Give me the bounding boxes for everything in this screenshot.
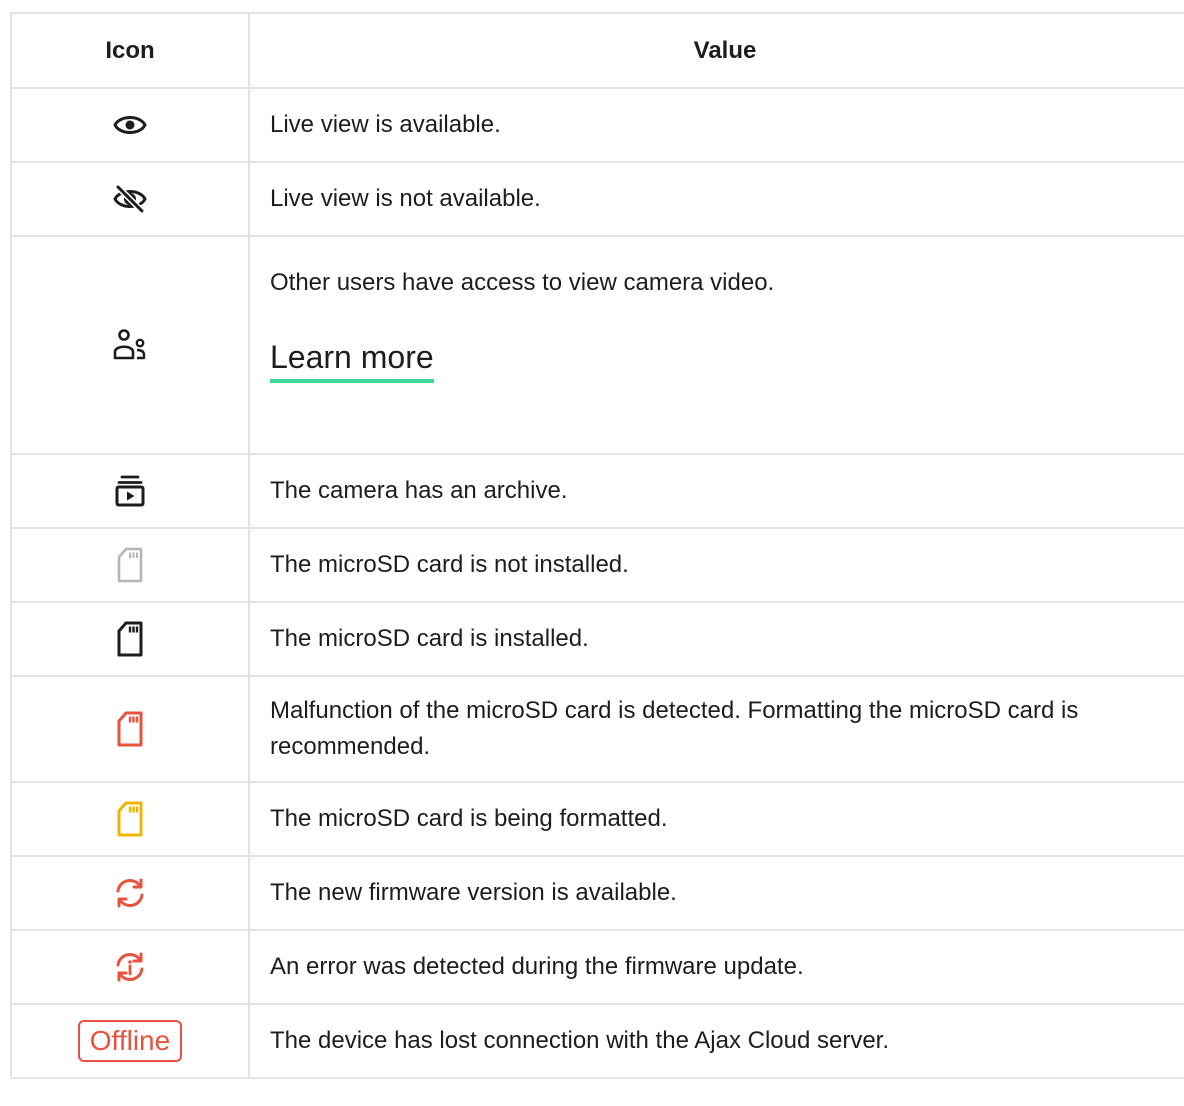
icon-cell	[10, 235, 250, 455]
icon-cell	[10, 453, 250, 529]
value-cell: The microSD card is not installed.	[248, 527, 1184, 603]
firmware-update-icon	[106, 869, 154, 917]
value-cell: Other users have access to view camera v…	[248, 235, 1184, 455]
table-row: The microSD card is being formatted.	[10, 781, 1184, 857]
icon-cell	[10, 929, 250, 1005]
table-row: Offline The device has lost connection w…	[10, 1003, 1184, 1079]
shared-users-icon	[106, 321, 154, 369]
table-header-row: Icon Value	[10, 12, 1184, 89]
table-row: Live view is available.	[10, 87, 1184, 163]
icon-cell	[10, 855, 250, 931]
value-cell: The microSD card is installed.	[248, 601, 1184, 677]
value-cell: Live view is not available.	[248, 161, 1184, 237]
value-cell: Malfunction of the microSD card is detec…	[248, 675, 1184, 783]
value-cell: The camera has an archive.	[248, 453, 1184, 529]
icon-cell	[10, 161, 250, 237]
column-header-icon: Icon	[10, 12, 250, 89]
microsd-not-installed-icon	[106, 541, 154, 589]
microsd-formatting-icon	[106, 795, 154, 843]
learn-more-link[interactable]: Learn more	[270, 337, 434, 383]
eye-off-icon	[106, 175, 154, 223]
microsd-installed-icon	[106, 615, 154, 663]
table-row: The camera has an archive.	[10, 453, 1184, 529]
eye-icon	[106, 101, 154, 149]
offline-badge: Offline	[77, 1020, 183, 1062]
archive-icon	[106, 467, 154, 515]
icon-cell	[10, 601, 250, 677]
table-row: Live view is not available.	[10, 161, 1184, 237]
value-cell: Live view is available.	[248, 87, 1184, 163]
icon-legend-table: Icon Value Live view is available. Live …	[10, 12, 1184, 1079]
value-cell: The new firmware version is available.	[248, 855, 1184, 931]
icon-cell	[10, 527, 250, 603]
microsd-malfunction-icon	[106, 705, 154, 753]
icon-cell	[10, 87, 250, 163]
icon-cell	[10, 675, 250, 783]
icon-cell	[10, 781, 250, 857]
icon-cell: Offline	[10, 1003, 250, 1079]
value-cell: The device has lost connection with the …	[248, 1003, 1184, 1079]
column-header-value: Value	[248, 12, 1184, 89]
value-cell: An error was detected during the firmwar…	[248, 929, 1184, 1005]
table-row: The microSD card is installed.	[10, 601, 1184, 677]
table-row: An error was detected during the firmwar…	[10, 929, 1184, 1005]
value-cell: The microSD card is being formatted.	[248, 781, 1184, 857]
table-row: The new firmware version is available.	[10, 855, 1184, 931]
firmware-error-icon	[106, 943, 154, 991]
table-row: Malfunction of the microSD card is detec…	[10, 675, 1184, 783]
table-row: The microSD card is not installed.	[10, 527, 1184, 603]
row-description: Other users have access to view camera v…	[270, 269, 775, 296]
table-row: Other users have access to view camera v…	[10, 235, 1184, 455]
